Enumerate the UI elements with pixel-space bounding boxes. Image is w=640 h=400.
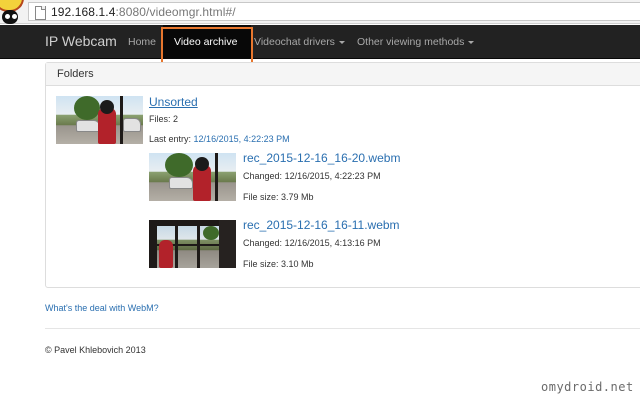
video-size-1: File size: 3.79 Mb	[243, 192, 314, 202]
webm-info-link[interactable]: What's the deal with WebM?	[45, 303, 159, 313]
nav-videochat-drivers-label: Videochat drivers	[254, 36, 335, 48]
footer-divider	[45, 328, 640, 329]
url-text: 192.168.1.4:8080/videomgr.html#/	[51, 5, 236, 19]
watermark: omydroid.net	[541, 380, 634, 394]
folder-thumbnail[interactable]	[56, 96, 143, 144]
size-label: File size:	[243, 259, 279, 269]
changed-value: 12/16/2015, 4:13:16 PM	[284, 238, 381, 248]
url-path: :8080/videomgr.html#/	[115, 4, 236, 19]
caret-down-icon	[338, 41, 345, 44]
video-size-2: File size: 3.10 Mb	[243, 259, 314, 269]
page-icon	[33, 5, 47, 20]
video-changed-2: Changed: 12/16/2015, 4:13:16 PM	[243, 238, 381, 248]
folder-files-count: Files: 2	[149, 114, 179, 124]
browser-address-bar: 192.168.1.4:8080/videomgr.html#/	[0, 0, 640, 24]
site-logo	[0, 0, 28, 24]
size-label: File size:	[243, 192, 279, 202]
caret-down-icon	[468, 41, 475, 44]
last-entry-label: Last entry:	[149, 134, 192, 144]
video-link-2[interactable]: rec_2015-12-16_16-11.webm	[243, 218, 400, 232]
top-navbar: IP Webcam Home Videochat drivers Other v…	[0, 25, 640, 59]
brand-link[interactable]: IP Webcam	[45, 33, 117, 49]
panel-heading: Folders	[46, 63, 640, 86]
video-changed-1: Changed: 12/16/2015, 4:22:23 PM	[243, 171, 381, 181]
changed-label: Changed:	[243, 171, 283, 181]
video-thumbnail-1[interactable]	[149, 153, 236, 201]
nav-home[interactable]: Home	[128, 36, 156, 48]
changed-label: Changed:	[243, 238, 283, 248]
url-field[interactable]: 192.168.1.4:8080/videomgr.html#/	[28, 2, 640, 21]
video-thumbnail-2[interactable]	[149, 220, 236, 268]
nav-videochat-drivers[interactable]: Videochat drivers	[254, 36, 345, 48]
size-value: 3.79 Mb	[281, 192, 314, 202]
video-link-1[interactable]: rec_2015-12-16_16-20.webm	[243, 151, 400, 165]
url-host: 192.168.1.4	[51, 4, 116, 19]
folder-link-unsorted[interactable]: Unsorted	[149, 95, 198, 109]
folder-last-entry: Last entry: 12/16/2015, 4:22:23 PM	[149, 134, 290, 144]
nav-other-viewing-methods-label: Other viewing methods	[357, 36, 465, 48]
changed-value: 12/16/2015, 4:22:23 PM	[284, 171, 381, 181]
size-value: 3.10 Mb	[281, 259, 314, 269]
footer-copyright: © Pavel Khlebovich 2013	[45, 345, 146, 355]
nav-other-viewing-methods[interactable]: Other viewing methods	[357, 36, 475, 48]
last-entry-value: 12/16/2015, 4:22:23 PM	[193, 134, 290, 144]
